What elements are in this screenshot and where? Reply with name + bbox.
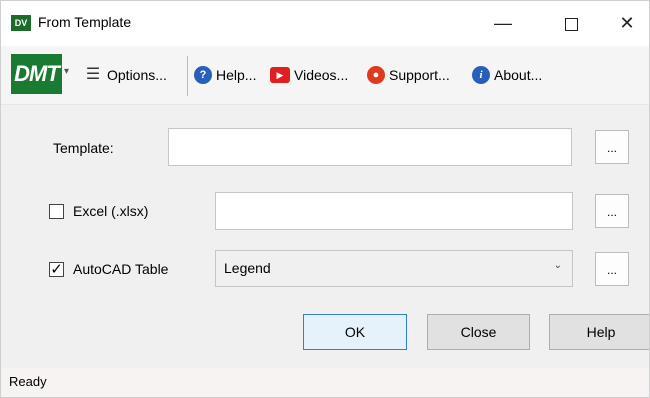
support-headset-icon: ●: [367, 66, 385, 84]
autocad-table-select[interactable]: Legend ⌄: [215, 250, 573, 287]
options-label: Options...: [107, 67, 167, 83]
chevron-down-icon: ⌄: [553, 260, 562, 271]
autocad-checkbox[interactable]: ✓: [49, 262, 64, 277]
maximize-icon: [564, 17, 578, 31]
excel-checkbox[interactable]: [49, 204, 64, 219]
videos-button[interactable]: ▶ Videos...: [270, 63, 348, 87]
about-label: About...: [494, 67, 543, 83]
dmt-logo-button[interactable]: DMT: [11, 54, 62, 94]
autocad-selected-value: Legend: [224, 260, 271, 276]
help-toolbar-button[interactable]: ? Help...: [194, 63, 256, 87]
window-title: From Template: [38, 14, 132, 30]
close-button[interactable]: Close: [427, 314, 530, 350]
close-window-button[interactable]: ✕: [605, 1, 649, 46]
autocad-browse-button[interactable]: ...: [595, 252, 629, 286]
status-bar: Ready: [1, 368, 649, 397]
help-toolbar-label: Help...: [216, 67, 257, 83]
maximize-button[interactable]: [549, 1, 593, 46]
toolbar: DMT ▾ ☰ Options... ? Help... ▶ Videos...…: [1, 46, 649, 105]
status-text: Ready: [9, 374, 47, 389]
dialog-window: DV From Template — ✕ DMT ▾ ☰ Options... …: [0, 0, 650, 398]
toolbar-separator: [187, 56, 188, 96]
minimize-button[interactable]: —: [481, 1, 525, 46]
support-label: Support...: [389, 67, 450, 83]
title-bar[interactable]: DV From Template — ✕: [1, 1, 649, 46]
app-icon: DV: [11, 15, 31, 31]
excel-browse-button[interactable]: ...: [595, 194, 629, 228]
excel-path-input[interactable]: [215, 192, 573, 230]
support-button[interactable]: ● Support...: [367, 63, 450, 87]
template-browse-button[interactable]: ...: [595, 130, 629, 164]
videos-label: Videos...: [294, 67, 349, 83]
help-button[interactable]: Help: [549, 314, 649, 350]
chevron-down-icon[interactable]: ▾: [64, 66, 69, 77]
help-icon: ?: [194, 66, 212, 84]
info-icon: i: [472, 66, 490, 84]
template-label: Template:: [53, 140, 114, 156]
options-button[interactable]: ☰ Options...: [83, 63, 167, 87]
excel-label: Excel (.xlsx): [73, 203, 149, 219]
autocad-label: AutoCAD Table: [73, 261, 169, 277]
template-input[interactable]: [168, 128, 572, 166]
video-play-icon: ▶: [270, 67, 290, 83]
list-icon: ☰: [85, 66, 101, 83]
about-button[interactable]: i About...: [472, 63, 542, 87]
ok-button[interactable]: OK: [303, 314, 407, 350]
